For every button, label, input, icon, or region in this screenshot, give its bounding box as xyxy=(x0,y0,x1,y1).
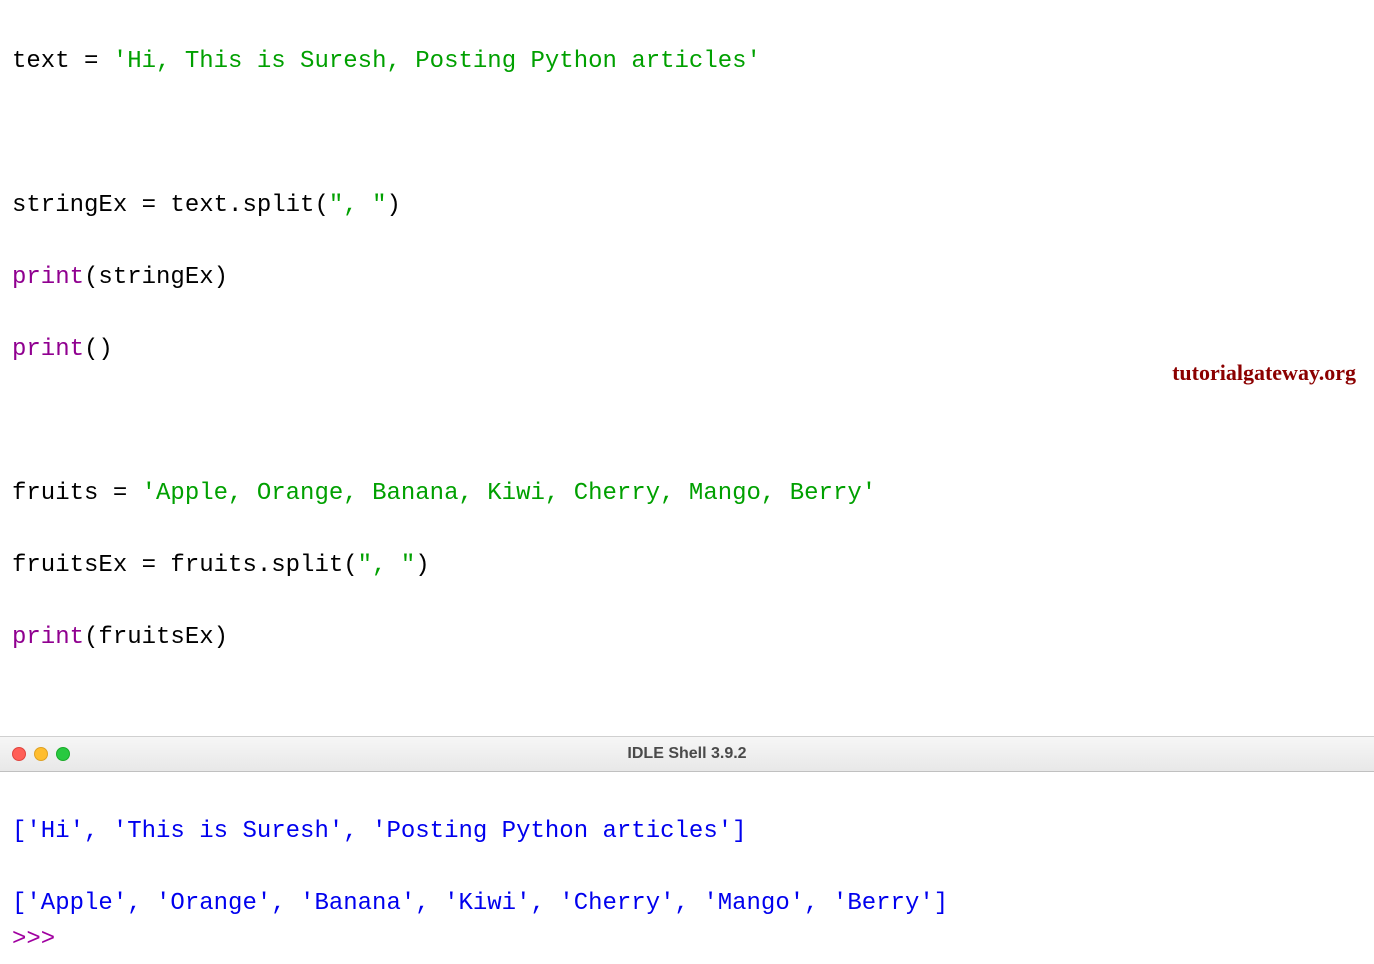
shell-output: ['Hi', 'This is Suresh', 'Posting Python… xyxy=(0,772,1374,964)
code-line xyxy=(12,116,1362,152)
code-line: fruits = 'Apple, Orange, Banana, Kiwi, C… xyxy=(12,476,1362,512)
code-token: = xyxy=(84,48,113,75)
code-line: stringEx = text.split(", ") xyxy=(12,188,1362,224)
code-token: (fruitsEx) xyxy=(84,624,228,651)
code-string: 'Hi, This is Suresh, Posting Python arti… xyxy=(113,48,761,75)
traffic-lights xyxy=(12,747,70,761)
code-line: print(fruitsEx) xyxy=(12,620,1362,656)
code-line: text = 'Hi, This is Suresh, Posting Pyth… xyxy=(12,44,1362,80)
code-line: print(stringEx) xyxy=(12,260,1362,296)
code-line: fruitsEx = fruits.split(", ") xyxy=(12,548,1362,584)
window-titlebar: IDLE Shell 3.9.2 xyxy=(0,736,1374,772)
code-string: ", " xyxy=(329,192,387,219)
code-string: ", " xyxy=(358,552,416,579)
minimize-icon[interactable] xyxy=(34,747,48,761)
output-line: ['Apple', 'Orange', 'Banana', 'Kiwi', 'C… xyxy=(12,890,948,917)
code-token: ) xyxy=(386,192,400,219)
maximize-icon[interactable] xyxy=(56,747,70,761)
code-token: () xyxy=(84,336,113,363)
code-token: fruitsEx = fruits.split( xyxy=(12,552,358,579)
code-token: stringEx = text.split( xyxy=(12,192,329,219)
code-builtin: print xyxy=(12,624,84,651)
output-line: ['Hi', 'This is Suresh', 'Posting Python… xyxy=(12,818,747,845)
shell-prompt[interactable]: >>> xyxy=(12,926,70,953)
close-icon[interactable] xyxy=(12,747,26,761)
window-title: IDLE Shell 3.9.2 xyxy=(0,745,1374,763)
code-string: 'Apple, Orange, Banana, Kiwi, Cherry, Ma… xyxy=(142,480,877,507)
code-line xyxy=(12,404,1362,440)
code-token: fruits = xyxy=(12,480,142,507)
code-editor: text = 'Hi, This is Suresh, Posting Pyth… xyxy=(0,0,1374,736)
code-token: ) xyxy=(415,552,429,579)
watermark-text: tutorialgateway.org xyxy=(1172,356,1356,389)
code-builtin: print xyxy=(12,264,84,291)
code-token: (stringEx) xyxy=(84,264,228,291)
code-builtin: print xyxy=(12,336,84,363)
code-line: print() xyxy=(12,332,1362,368)
code-token: text xyxy=(12,48,84,75)
